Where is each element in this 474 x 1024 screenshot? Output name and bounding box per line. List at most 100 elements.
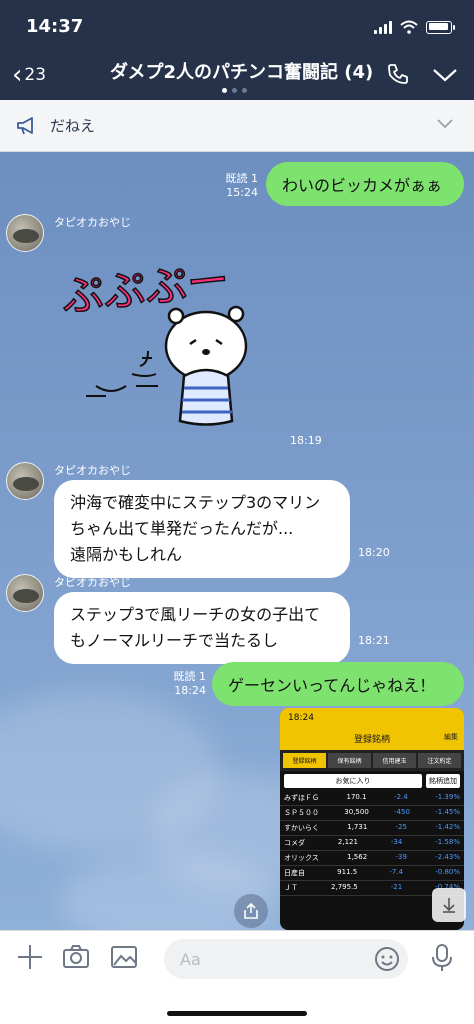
screenshot-tab: 注文約定 (418, 753, 461, 768)
message-line: ステップ3で風リーチの女の子出て (70, 605, 321, 624)
chevron-down-icon[interactable] (436, 118, 454, 130)
avatar[interactable] (6, 214, 44, 252)
chat-area[interactable]: 既読 1 15:24 わいのビッカメがぁぁ タピオカおやじ ぷぷぷー 18:19… (0, 152, 474, 930)
screenshot-cell: -2.4 (394, 793, 408, 801)
emoji-icon[interactable] (374, 946, 400, 972)
avatar[interactable] (6, 462, 44, 500)
screenshot-cell: 911.5 (337, 868, 358, 876)
message-meta: 既読 1 18:24 (164, 670, 207, 698)
message-line: 遠隔かもしれん (70, 545, 183, 564)
phone-icon[interactable] (386, 62, 410, 86)
chat-title[interactable]: ダメプ2人のパチンコ奮闘記 (4) (110, 58, 373, 84)
share-icon (244, 902, 258, 919)
screenshot-bar: お気に入り 銘柄追加 (280, 771, 464, 791)
screenshot-tab: 登録銘柄 (283, 753, 326, 768)
chevron-left-icon: ‹ (12, 60, 23, 90)
message-time: 15:24 (226, 186, 258, 199)
screenshot-cell: ＳＰ５００ (284, 809, 319, 817)
announcement-bar[interactable]: だねえ (0, 100, 474, 152)
screenshot-row: 日産自 911.5 -7.4 -0.80% (280, 866, 464, 881)
screenshot-cell: -34 (390, 838, 403, 846)
sender-name: タピオカおやじ (54, 464, 131, 477)
screenshot-cell: 170.1 (346, 793, 367, 801)
avatar[interactable] (6, 574, 44, 612)
screenshot-tabs: 登録銘柄 保有銘柄 信用建玉 注文約定 (280, 750, 464, 771)
screenshot-cell: 日産自 (284, 869, 305, 877)
screenshot-cell: コメダ (284, 839, 305, 847)
microphone-icon[interactable] (428, 943, 456, 973)
scroll-down-button[interactable] (432, 888, 466, 922)
read-receipt: 既読 1 (173, 670, 207, 683)
message-line: もノーマルリーチで当たるし (70, 631, 279, 650)
message-time: 18:20 (358, 546, 390, 559)
message-line: ちゃん出て単発だったんだが... (70, 519, 294, 538)
screenshot-cell: -450 (394, 808, 410, 816)
screenshot-row: オリックス 1,562 -39 -2.43% (280, 851, 464, 866)
plus-icon[interactable] (16, 943, 44, 971)
screenshot-tab: 信用建玉 (373, 753, 416, 768)
screenshot-cell: -25 (395, 823, 407, 831)
megaphone-icon (17, 116, 33, 134)
screenshot-cell: -1.58% (435, 838, 460, 846)
cellular-signal-icon (374, 20, 392, 34)
message-time: 18:19 (290, 434, 322, 447)
camera-icon[interactable] (62, 943, 90, 971)
message-line: 沖海で確変中にステップ3のマリン (70, 493, 321, 512)
message-bubble-incoming[interactable]: ステップ3で風リーチの女の子出て もノーマルリーチで当たるし (54, 592, 350, 664)
message-bubble-incoming[interactable]: 沖海で確変中にステップ3のマリン ちゃん出て単発だったんだが... 遠隔かもしれ… (54, 480, 350, 578)
back-count: 23 (24, 65, 47, 85)
image-icon[interactable] (110, 943, 138, 971)
screenshot-cell: 2,795.5 (331, 883, 358, 891)
screenshot-title: 登録銘柄 (353, 735, 390, 745)
message-bubble-outgoing[interactable]: わいのビッカメがぁぁ (266, 162, 464, 206)
screenshot-row: みずほＦＧ 170.1 -2.4 -1.39% (280, 791, 464, 806)
wifi-icon (400, 20, 418, 34)
screenshot-cell: 30,500 (344, 808, 369, 816)
screenshot-cell: 1,731 (347, 823, 368, 831)
screenshot-cell: すかいらく (284, 824, 319, 832)
home-indicator (167, 1011, 307, 1016)
screenshot-row: すかいらく 1,731 -25 -1.42% (280, 821, 464, 836)
screenshot-cell: 2,121 (337, 838, 358, 846)
top-bar: 14:37 ‹ 23 ダメプ2人のパチンコ奮闘記 (4) (0, 0, 474, 100)
screenshot-cell: みずほＦＧ (284, 794, 319, 802)
arrow-down-icon (443, 898, 455, 913)
screenshot-rows: みずほＦＧ 170.1 -2.4 -1.39% ＳＰ５００ 30,500 -450 -1.45… (280, 791, 464, 896)
sender-name: タピオカおやじ (54, 576, 131, 589)
bear-sticker-image: ぷぷぷー (59, 254, 248, 426)
screenshot-edit: 編集 (444, 733, 458, 741)
battery-icon (426, 20, 455, 34)
sticker[interactable]: ぷぷぷー (56, 236, 286, 446)
message-input[interactable] (180, 939, 370, 979)
screenshot-row: ＳＰ５００ 30,500 -450 -1.45% (280, 806, 464, 821)
screenshot-cell: -2.43% (435, 853, 460, 861)
sender-name: タピオカおやじ (54, 216, 131, 229)
message-input-container[interactable] (164, 939, 408, 979)
page-dots (222, 88, 247, 93)
screenshot-cell: -39 (395, 853, 407, 861)
screenshot-cell: -1.45% (435, 808, 460, 816)
screenshot-row: コメダ 2,121 -34 -1.58% (280, 836, 464, 851)
message-time: 18:21 (358, 634, 390, 647)
share-button[interactable] (234, 894, 268, 928)
message-meta: 既読 1 15:24 (216, 172, 259, 200)
status-time: 14:37 (26, 16, 84, 37)
chevron-down-icon[interactable] (432, 66, 458, 84)
screenshot-header: 18:24 登録銘柄 編集 (280, 708, 464, 750)
screenshot-add: 銘柄追加 (426, 774, 460, 788)
screenshot-cell: オリックス (284, 854, 319, 862)
read-receipt: 既読 1 (225, 172, 259, 185)
screenshot-fav: お気に入り (284, 774, 422, 788)
screenshot-tab: 保有銘柄 (328, 753, 371, 768)
screenshot-cell: -1.42% (435, 823, 460, 831)
screenshot-cell: -21 (390, 883, 403, 891)
announcement-text: だねえ (50, 117, 96, 135)
status-icons (374, 20, 455, 34)
screenshot-time: 18:24 (288, 713, 314, 723)
message-time: 18:24 (174, 684, 206, 697)
screenshot-cell: 1,562 (347, 853, 368, 861)
message-bubble-outgoing[interactable]: ゲーセンいってんじゃねえ！ (212, 662, 464, 706)
back-button[interactable]: ‹ 23 (12, 62, 46, 88)
screenshot-cell: -1.39% (435, 793, 460, 801)
input-bar (0, 930, 474, 1024)
